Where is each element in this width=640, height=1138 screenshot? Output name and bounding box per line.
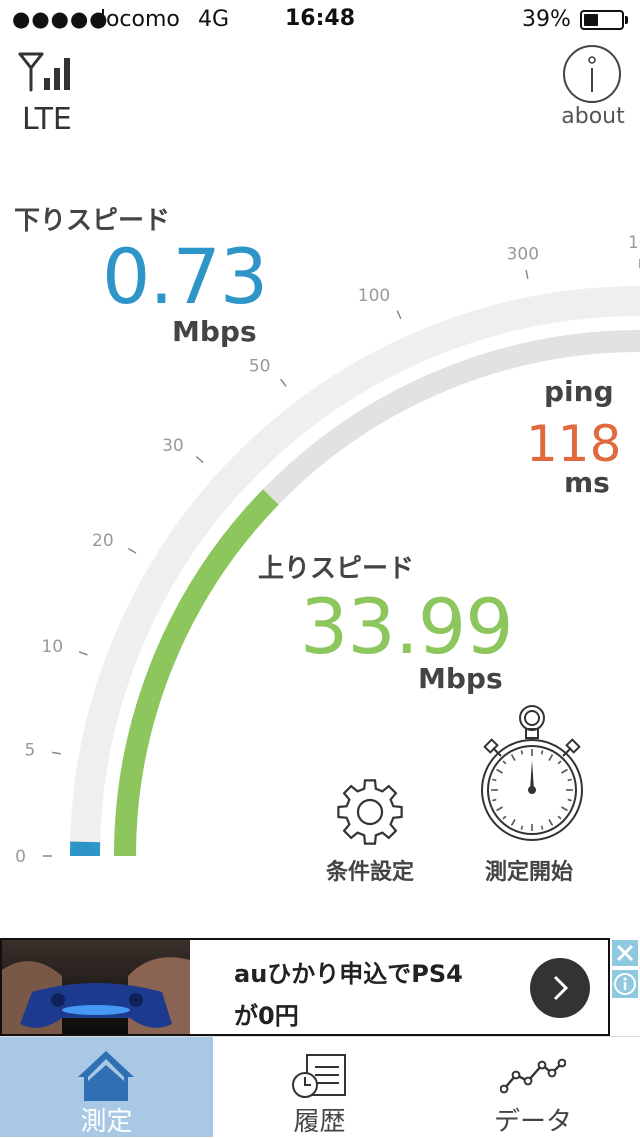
download-speed-unit: Mbps bbox=[172, 315, 257, 348]
gauge-scale-label: 0 bbox=[15, 847, 26, 867]
settings-label[interactable]: 条件設定 bbox=[318, 854, 422, 886]
upload-speed-value: 33.99 bbox=[300, 582, 513, 671]
ad-subline: が0円 bbox=[234, 996, 299, 1031]
close-icon bbox=[612, 940, 638, 966]
gauge-scale-label: 100 bbox=[358, 286, 390, 306]
ad-headline: auひかり申込でPS4 bbox=[234, 954, 463, 989]
gauge-scale-label: 10 bbox=[41, 637, 63, 657]
upload-level-arc bbox=[125, 497, 271, 856]
gauge-scale-label: 20 bbox=[92, 531, 114, 551]
ad-open-button[interactable] bbox=[530, 958, 590, 1018]
tab-data[interactable]: データ bbox=[426, 1037, 640, 1137]
ad-image bbox=[2, 940, 190, 1034]
ping-value: 118 bbox=[526, 415, 621, 473]
start-measurement-label[interactable]: 測定開始 bbox=[470, 854, 588, 886]
gauge-tick-mark bbox=[281, 379, 286, 386]
download-speed-value: 0.73 bbox=[102, 232, 267, 321]
gauge-scale-label: 50 bbox=[249, 357, 271, 377]
chevron-right-icon bbox=[530, 958, 590, 1018]
tab-bar: 測定 履歴 データ bbox=[0, 1036, 640, 1137]
tab-history-label: 履歴 bbox=[213, 1101, 426, 1138]
ad-info-button[interactable] bbox=[612, 970, 638, 998]
gauge-scale-label: 30 bbox=[162, 436, 184, 456]
gauge-tick-mark bbox=[196, 457, 203, 463]
gauge-tick-mark bbox=[397, 311, 401, 319]
gauge-tick-mark bbox=[128, 549, 136, 554]
upload-speed-unit: Mbps bbox=[418, 662, 503, 695]
line-chart-icon bbox=[500, 1055, 566, 1095]
gauge-tick-mark bbox=[526, 270, 528, 279]
gauge-scale-label: 5 bbox=[24, 740, 35, 760]
tab-measure[interactable]: 測定 bbox=[0, 1037, 213, 1137]
tab-data-label: データ bbox=[426, 1101, 640, 1138]
info-icon bbox=[612, 970, 638, 998]
upload-title: 上りスピード bbox=[258, 548, 414, 585]
ad-close-button[interactable] bbox=[612, 940, 638, 966]
ping-title: ping bbox=[544, 375, 614, 408]
tab-history[interactable]: 履歴 bbox=[213, 1037, 426, 1137]
history-document-icon bbox=[289, 1053, 351, 1099]
gauge-scale-label: 300 bbox=[507, 244, 539, 264]
ping-unit: ms bbox=[564, 466, 610, 499]
stopwatch-icon bbox=[474, 700, 586, 846]
gear-icon bbox=[334, 776, 406, 848]
gauge-scale-label: 1G bbox=[628, 233, 640, 253]
gauge-tick-mark bbox=[52, 752, 61, 754]
home-icon bbox=[76, 1049, 136, 1103]
ad-banner[interactable]: auひかり申込でPS4 が0円 bbox=[0, 938, 610, 1036]
tab-measure-label: 測定 bbox=[0, 1101, 213, 1138]
gauge-tick-mark bbox=[79, 652, 87, 655]
